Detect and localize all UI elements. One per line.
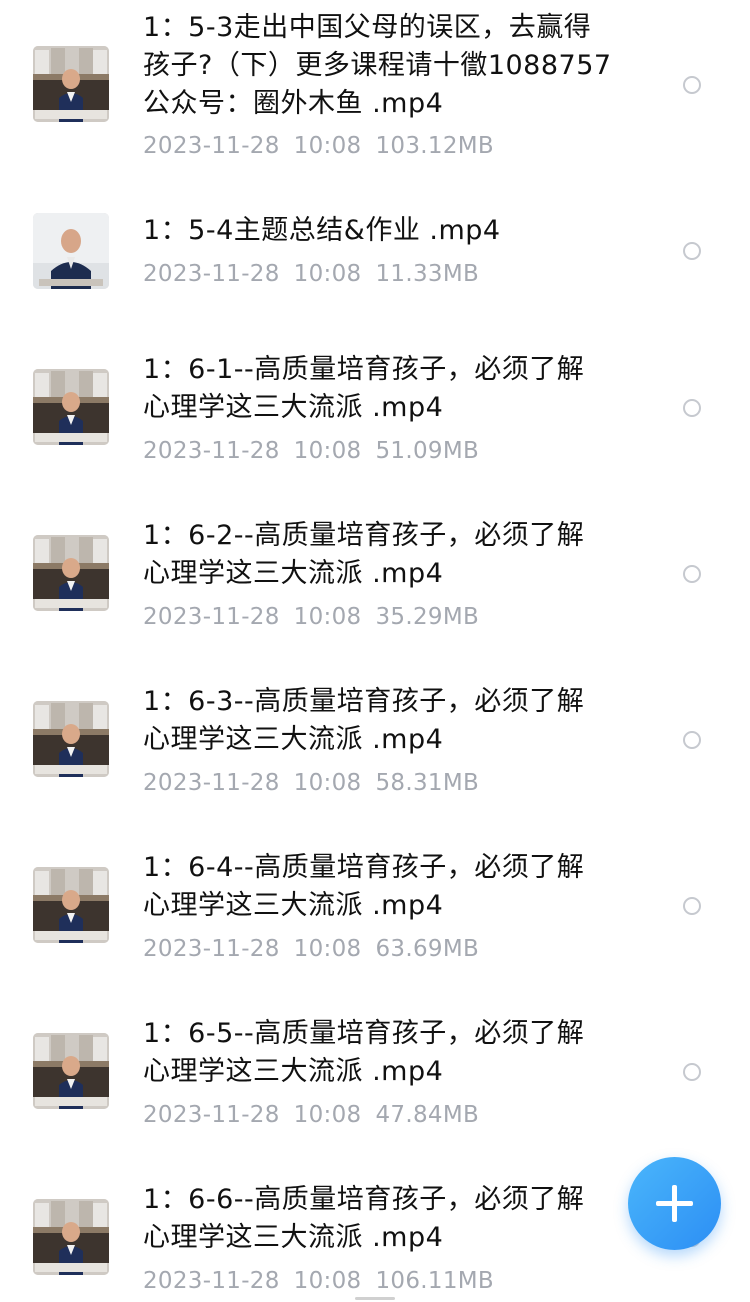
file-time: 10:08 [293, 438, 362, 464]
presenter-bookshelf-image [33, 369, 109, 445]
file-meta: 2023-11-28 10:08 63.69MB [143, 934, 479, 964]
select-radio[interactable] [683, 399, 701, 417]
select-radio[interactable] [683, 731, 701, 749]
file-size: 51.09MB [375, 438, 480, 464]
select-radio[interactable] [683, 76, 701, 94]
file-time: 10:08 [293, 936, 362, 962]
file-size: 35.29MB [375, 604, 480, 630]
file-time: 10:08 [293, 1102, 362, 1128]
presenter-white-image [33, 213, 109, 289]
file-title-line: 公众号：圈外木鱼 .mp4 [143, 88, 444, 119]
file-date: 2023-11-28 [143, 770, 280, 796]
file-title-line: 心理学这三大流派 .mp4 [143, 1222, 444, 1253]
select-radio[interactable] [683, 1063, 701, 1081]
file-title-line: 心理学这三大流派 .mp4 [143, 890, 444, 921]
file-title-line: 1：5-4主题总结&作业 .mp4 [143, 215, 501, 246]
file-title-line: 心理学这三大流派 .mp4 [143, 724, 444, 755]
file-title-line: 1：6-5--高质量培育孩子，必须了解 [143, 1018, 585, 1049]
video-thumbnail[interactable] [33, 535, 109, 611]
file-size: 47.84MB [375, 1102, 480, 1128]
file-size: 63.69MB [375, 936, 480, 962]
file-title-line: 1：6-4--高质量培育孩子，必须了解 [143, 852, 585, 883]
scroll-indicator [355, 1297, 395, 1300]
file-meta: 2023-11-28 10:08 47.84MB [143, 1100, 479, 1130]
file-date: 2023-11-28 [143, 1268, 280, 1294]
file-date: 2023-11-28 [143, 604, 280, 630]
file-date: 2023-11-28 [143, 438, 280, 464]
file-size: 11.33MB [375, 261, 480, 287]
file-size: 106.11MB [375, 1268, 494, 1294]
plus-icon [656, 1185, 693, 1222]
file-meta: 2023-11-28 10:08 11.33MB [143, 259, 479, 289]
video-thumbnail[interactable] [33, 1199, 109, 1275]
presenter-bookshelf-image [33, 1199, 109, 1275]
presenter-bookshelf-image [33, 701, 109, 777]
file-size: 103.12MB [375, 133, 494, 159]
file-meta: 2023-11-28 10:08 35.29MB [143, 602, 479, 632]
select-radio[interactable] [683, 242, 701, 260]
add-button[interactable] [628, 1157, 721, 1250]
video-thumbnail[interactable] [33, 701, 109, 777]
file-size: 58.31MB [375, 770, 480, 796]
video-thumbnail[interactable] [33, 867, 109, 943]
file-title-line: 心理学这三大流派 .mp4 [143, 558, 444, 589]
file-date: 2023-11-28 [143, 133, 280, 159]
file-time: 10:08 [293, 261, 362, 287]
presenter-bookshelf-image [33, 1033, 109, 1109]
file-title-line: 1：6-2--高质量培育孩子，必须了解 [143, 520, 585, 551]
file-time: 10:08 [293, 1268, 362, 1294]
presenter-bookshelf-image [33, 535, 109, 611]
file-title-line: 1：6-6--高质量培育孩子，必须了解 [143, 1184, 585, 1215]
file-title-line: 孩子?（下）更多课程请十徾1088757 [143, 50, 612, 81]
file-meta: 2023-11-28 10:08 58.31MB [143, 768, 479, 798]
presenter-bookshelf-image [33, 46, 109, 122]
file-title-line: 心理学这三大流派 .mp4 [143, 392, 444, 423]
file-title-line: 1：6-1--高质量培育孩子，必须了解 [143, 354, 585, 385]
video-thumbnail[interactable] [33, 369, 109, 445]
presenter-bookshelf-image [33, 867, 109, 943]
file-title-line: 心理学这三大流派 .mp4 [143, 1056, 444, 1087]
file-date: 2023-11-28 [143, 1102, 280, 1128]
video-thumbnail[interactable] [33, 46, 109, 122]
file-meta: 2023-11-28 10:08 103.12MB [143, 131, 494, 161]
file-time: 10:08 [293, 604, 362, 630]
video-thumbnail[interactable] [33, 1033, 109, 1109]
file-title-line: 1：6-3--高质量培育孩子，必须了解 [143, 686, 585, 717]
select-radio[interactable] [683, 897, 701, 915]
file-meta: 2023-11-28 10:08 106.11MB [143, 1266, 494, 1296]
file-meta: 2023-11-28 10:08 51.09MB [143, 436, 479, 466]
file-time: 10:08 [293, 133, 362, 159]
file-date: 2023-11-28 [143, 261, 280, 287]
video-thumbnail[interactable] [33, 213, 109, 289]
file-title-line: 1：5-3走出中国父母的误区，去赢得 [143, 12, 592, 43]
select-radio[interactable] [683, 565, 701, 583]
file-date: 2023-11-28 [143, 936, 280, 962]
file-time: 10:08 [293, 770, 362, 796]
